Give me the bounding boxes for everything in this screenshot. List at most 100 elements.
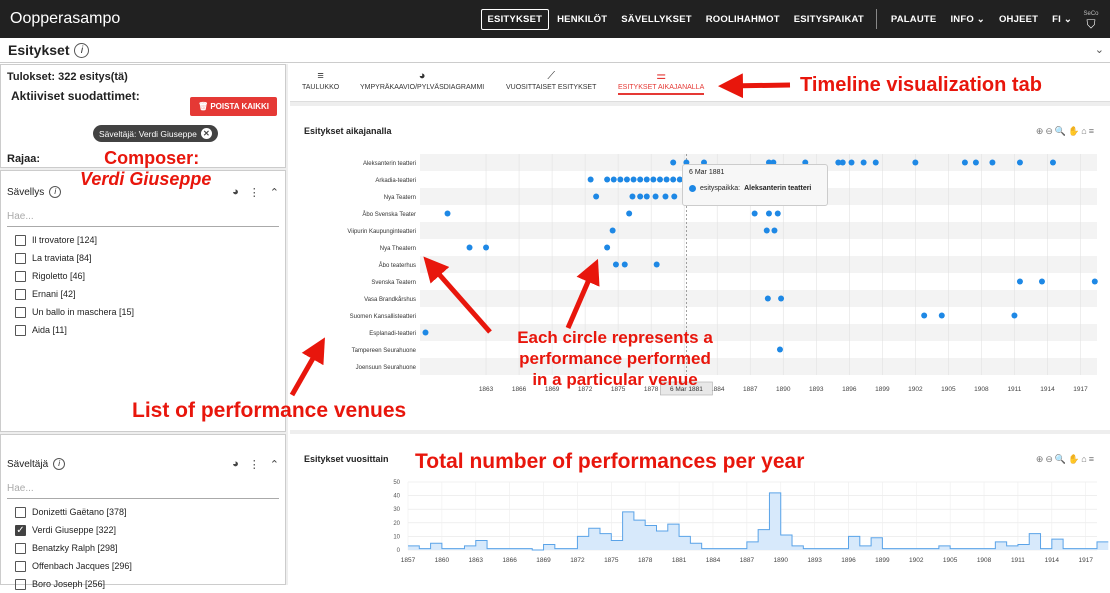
facet-option[interactable]: La traviata [84] — [1, 249, 285, 267]
checkbox[interactable] — [15, 234, 26, 246]
performance-point — [1016, 159, 1023, 166]
pie-chart-icon[interactable]: ◕ — [232, 458, 239, 470]
checkbox[interactable] — [15, 324, 26, 336]
x-tick-label: 1872 — [570, 557, 585, 564]
facet-composer-search[interactable]: Hae... — [7, 483, 279, 499]
filter-chip-composer[interactable]: Säveltäjä: Verdi Giuseppe ✕ — [93, 125, 218, 142]
checkbox[interactable] — [15, 306, 26, 318]
checkbox[interactable] — [15, 506, 26, 518]
performance-point — [604, 244, 611, 251]
trash-icon: 🗑 — [197, 102, 209, 111]
venue-label: Tampereen Seurahuone — [352, 348, 417, 354]
facet-panel: Tulokset: 322 esitys(tä) Aktiiviset suod… — [0, 64, 288, 590]
remove-filter-icon[interactable]: ✕ — [200, 128, 212, 139]
nav-people[interactable]: HENKILÖT — [551, 10, 613, 29]
x-tick-label: 1890 — [774, 557, 789, 564]
performance-point — [848, 159, 855, 166]
facet-info-icon[interactable]: i — [53, 458, 66, 470]
app-title[interactable]: Oopperasampo — [0, 10, 479, 28]
checkbox[interactable] — [15, 560, 26, 572]
seco-logo[interactable]: SeCo ⛉ — [1078, 9, 1104, 31]
venue-row-band — [420, 239, 1097, 256]
nav-info-menu[interactable]: INFO ⌄ — [944, 10, 991, 29]
tab-yearly[interactable]: ⟋ VUOSITTAISET ESITYKSET — [506, 68, 596, 91]
x-tick-label: 1902 — [908, 386, 923, 393]
performance-point — [763, 227, 770, 234]
annotation-circles-line1: Each circle represents a — [517, 328, 713, 347]
seco-logo-icon: ⛉ — [1086, 17, 1096, 31]
y-tick-label: 30 — [393, 507, 400, 513]
info-icon[interactable]: i — [74, 42, 90, 58]
performance-point — [860, 159, 867, 166]
results-count: Tulokset: 322 esitys(tä) — [7, 71, 128, 83]
tab-timeline[interactable]: ⚌ ESITYKSET AIKAJANALLA — [618, 68, 705, 95]
facet-option-label: Un ballo in maschera [15] — [32, 307, 135, 317]
x-tick-label: 1866 — [502, 557, 517, 564]
facet-composition-search[interactable]: Hae... — [7, 211, 279, 227]
nav-venues[interactable]: ESITYSPAIKAT — [788, 10, 870, 29]
facet-option[interactable]: Ernani [42] — [1, 285, 285, 303]
performance-point — [1049, 159, 1056, 166]
facet-option[interactable]: Benatzky Ralph [298] — [1, 539, 285, 557]
tooltip-value: Aleksanterin teatteri — [744, 185, 812, 192]
delete-all-filters-button[interactable]: 🗑 POISTA KAIKKI — [189, 97, 277, 116]
chevron-up-icon[interactable]: ⌃ — [270, 186, 279, 199]
checkbox[interactable] — [15, 270, 26, 282]
venue-label: Arkadia-teatteri — [375, 178, 416, 184]
facet-composer-tools: ◕ ⋮ ⌃ — [232, 458, 279, 471]
venue-row-band — [420, 256, 1097, 273]
tab-yearly-label: VUOSITTAISET ESITYKSET — [506, 84, 597, 91]
facet-composition-tools: ◕ ⋮ ⌃ — [232, 186, 279, 199]
facet-composition-title: Sävellys — [7, 186, 45, 198]
facet-option[interactable]: Rigoletto [46] — [1, 267, 285, 285]
performance-point — [670, 159, 677, 166]
facet-info-icon[interactable]: i — [49, 186, 62, 198]
x-tick-label: 1896 — [841, 557, 856, 564]
facet-option[interactable]: Un ballo in maschera [15] — [1, 303, 285, 321]
performance-point — [652, 193, 659, 200]
y-tick-label: 20 — [393, 521, 400, 527]
refine-heading: Rajaa: — [7, 153, 41, 165]
venue-label: Suomen Kansallisteatteri — [350, 314, 416, 320]
tab-pie-bar[interactable]: ◕ YMPYRÄKAAVIO/PYLVÄSDIAGRAMMI — [360, 68, 484, 91]
facet-option-label: Verdi Giuseppe [322] — [32, 525, 117, 535]
facet-option[interactable]: Aida [11] — [1, 321, 285, 339]
facet-option-label: Rigoletto [46] — [32, 271, 86, 281]
nav-feedback[interactable]: PALAUTE — [885, 10, 943, 29]
performance-point — [617, 176, 624, 183]
annotation-composer: Composer: Verdi Giuseppe — [80, 148, 211, 190]
performance-point — [839, 159, 846, 166]
facet-composer-header: Säveltäjä i ◕ ⋮ ⌃ — [1, 451, 285, 477]
venue-row-band — [420, 307, 1097, 324]
x-tick-label: 1917 — [1073, 386, 1088, 393]
collapse-header-icon[interactable]: ⌄ — [1095, 43, 1104, 56]
checkbox[interactable] — [15, 252, 26, 264]
filter-chip-label: Säveltäjä: Verdi Giuseppe — [99, 128, 197, 139]
table-icon: ≡ — [317, 70, 324, 82]
language-menu[interactable]: FI ⌄ — [1046, 10, 1078, 29]
checkbox-checked[interactable]: ✓ — [15, 524, 26, 536]
pie-chart-icon[interactable]: ◕ — [232, 186, 239, 198]
checkbox[interactable] — [15, 288, 26, 300]
nav-roles[interactable]: ROOLIHAHMOT — [700, 10, 786, 29]
tab-table[interactable]: ≡ TAULUKKO — [302, 68, 339, 91]
facet-option[interactable]: Offenbach Jacques [296] — [1, 557, 285, 575]
nav-instructions[interactable]: OHJEET — [993, 10, 1044, 29]
performance-point — [483, 244, 490, 251]
performance-point — [609, 227, 616, 234]
facet-option[interactable]: Il trovatore [124] — [1, 231, 285, 249]
checkbox[interactable] — [15, 578, 26, 590]
more-vert-icon[interactable]: ⋮ — [249, 458, 260, 471]
nav-performances[interactable]: ESITYKSET — [480, 8, 550, 30]
more-vert-icon[interactable]: ⋮ — [249, 186, 260, 199]
chevron-up-icon[interactable]: ⌃ — [270, 458, 279, 471]
facet-option[interactable]: Boro Joseph [256] — [1, 575, 285, 593]
main-nav: ESITYKSET HENKILÖT SÄVELLYKSET ROOLIHAHM… — [479, 8, 1078, 30]
nav-compositions[interactable]: SÄVELLYKSET — [615, 10, 697, 29]
annotation-circles: Each circle represents a performance per… — [470, 327, 760, 390]
x-tick-label: 1890 — [776, 386, 791, 393]
facet-option[interactable]: ✓ Verdi Giuseppe [322] — [1, 521, 285, 539]
facet-option[interactable]: Donizetti Gaëtano [378] — [1, 503, 285, 521]
checkbox[interactable] — [15, 542, 26, 554]
annotation-tab: Timeline visualization tab — [800, 74, 1042, 96]
